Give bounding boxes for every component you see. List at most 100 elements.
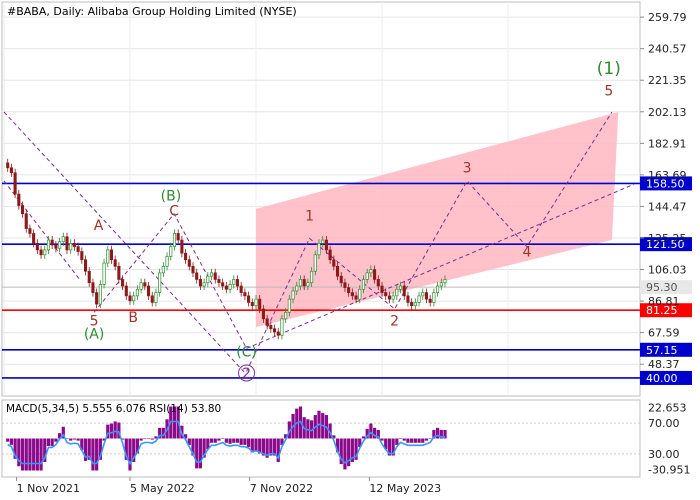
price-chart: 158.50121.5081.2557.1540.0095.30 (1)5341… bbox=[1, 1, 692, 495]
price-tick-label: 106.03 bbox=[648, 264, 687, 277]
candle-body bbox=[65, 236, 69, 251]
chart-title: #BABA, Daily: Alibaba Group Holding Limi… bbox=[7, 5, 297, 18]
indicator-title: MACD(5,34,5) 5.555 6.076 RSI(14) 53.80 bbox=[6, 403, 222, 415]
candle-body bbox=[380, 285, 384, 293]
candle-body bbox=[410, 302, 414, 307]
candle-body bbox=[428, 298, 432, 303]
price-tick-label: 259.79 bbox=[648, 11, 687, 24]
macd-bar bbox=[213, 438, 217, 443]
candle-body bbox=[69, 242, 73, 251]
macd-bar bbox=[24, 438, 28, 471]
candle-body bbox=[250, 302, 254, 307]
candle-body bbox=[387, 295, 391, 300]
macd-bar bbox=[139, 438, 143, 441]
candle-body bbox=[317, 242, 321, 256]
candle-body bbox=[365, 272, 369, 280]
macd-bar bbox=[46, 438, 51, 446]
wave-label: 3 bbox=[463, 161, 472, 177]
candle-body bbox=[206, 275, 210, 284]
macd-bar bbox=[417, 438, 421, 443]
price-tick-label: 67.59 bbox=[648, 327, 680, 340]
candle-body bbox=[187, 259, 191, 267]
candle-body bbox=[324, 239, 328, 251]
price-tick-label: 182.91 bbox=[648, 137, 687, 150]
candle-body bbox=[28, 228, 32, 234]
candle-body bbox=[258, 298, 262, 310]
candle-body bbox=[291, 290, 295, 300]
macd-bar bbox=[254, 438, 258, 452]
candle-body bbox=[313, 254, 317, 272]
macd-bar bbox=[195, 438, 199, 469]
candle-body bbox=[261, 308, 265, 320]
candle-body bbox=[369, 269, 373, 274]
macd-bar bbox=[50, 438, 54, 446]
candle-body bbox=[310, 270, 314, 284]
candle-body bbox=[406, 295, 410, 303]
candle-body bbox=[284, 311, 288, 320]
candle-body bbox=[239, 285, 243, 293]
macd-bar bbox=[20, 438, 25, 471]
macd-bar bbox=[9, 438, 14, 445]
macd-bar bbox=[35, 438, 39, 471]
macd-bar bbox=[113, 421, 117, 439]
candle-body bbox=[32, 233, 36, 244]
candle-body bbox=[121, 279, 125, 287]
candle-body bbox=[132, 295, 136, 302]
candle-body bbox=[128, 295, 132, 302]
price-tick-label: 125.25 bbox=[648, 232, 687, 245]
candle-body bbox=[165, 256, 169, 267]
candle-body bbox=[339, 275, 343, 284]
candle-body bbox=[235, 279, 240, 287]
candle-body bbox=[217, 279, 221, 284]
macd-bar bbox=[361, 436, 366, 439]
macd-bar bbox=[369, 423, 373, 439]
candle-body bbox=[24, 213, 28, 229]
candle-body bbox=[213, 272, 217, 280]
macd-bar bbox=[398, 438, 403, 439]
indicator-tick-label: 22.653 bbox=[648, 402, 687, 415]
candle-body bbox=[221, 282, 225, 287]
candle-body bbox=[243, 292, 247, 297]
macd-bar bbox=[235, 438, 240, 443]
candle-body bbox=[158, 272, 162, 293]
candle-body bbox=[76, 246, 80, 252]
macd-bar bbox=[217, 438, 221, 441]
candle-body bbox=[436, 285, 440, 293]
candle-body bbox=[39, 249, 43, 256]
macd-bar bbox=[413, 438, 417, 443]
candle-body bbox=[376, 279, 380, 287]
candle-body bbox=[280, 318, 284, 336]
candle-body bbox=[113, 259, 117, 267]
candle-body bbox=[306, 282, 310, 287]
wave-label: (1) bbox=[597, 59, 621, 79]
macd-bar bbox=[146, 438, 151, 439]
candle-body bbox=[106, 249, 110, 264]
price-tick-label: 240.57 bbox=[648, 43, 687, 56]
macd-bar bbox=[32, 438, 36, 471]
candle-body bbox=[20, 205, 25, 215]
candle-body bbox=[443, 279, 447, 284]
candle-body bbox=[298, 279, 303, 287]
macd-bar bbox=[72, 438, 77, 440]
candle-body bbox=[276, 331, 280, 336]
price-tick-label: 221.35 bbox=[648, 74, 687, 87]
time-tick-label: 1 Nov 2021 bbox=[17, 482, 80, 495]
candle-body bbox=[46, 239, 51, 251]
macd-bar bbox=[435, 427, 440, 439]
macd-bar bbox=[421, 438, 425, 443]
candle-body bbox=[413, 302, 417, 307]
candle-body bbox=[328, 249, 332, 261]
wave-label: (B) bbox=[161, 189, 182, 205]
candle-body bbox=[347, 287, 351, 293]
wave-label: B bbox=[128, 310, 138, 326]
candle-body bbox=[421, 292, 425, 297]
candle-body bbox=[417, 295, 421, 303]
candle-body bbox=[272, 328, 277, 333]
candle-body bbox=[384, 292, 388, 297]
candle-body bbox=[354, 295, 358, 300]
macd-bar bbox=[246, 438, 251, 448]
candle-body bbox=[43, 249, 47, 256]
price-tick-label: 48.37 bbox=[648, 358, 680, 371]
candle-body bbox=[332, 259, 336, 267]
wave-label: A bbox=[94, 218, 104, 234]
